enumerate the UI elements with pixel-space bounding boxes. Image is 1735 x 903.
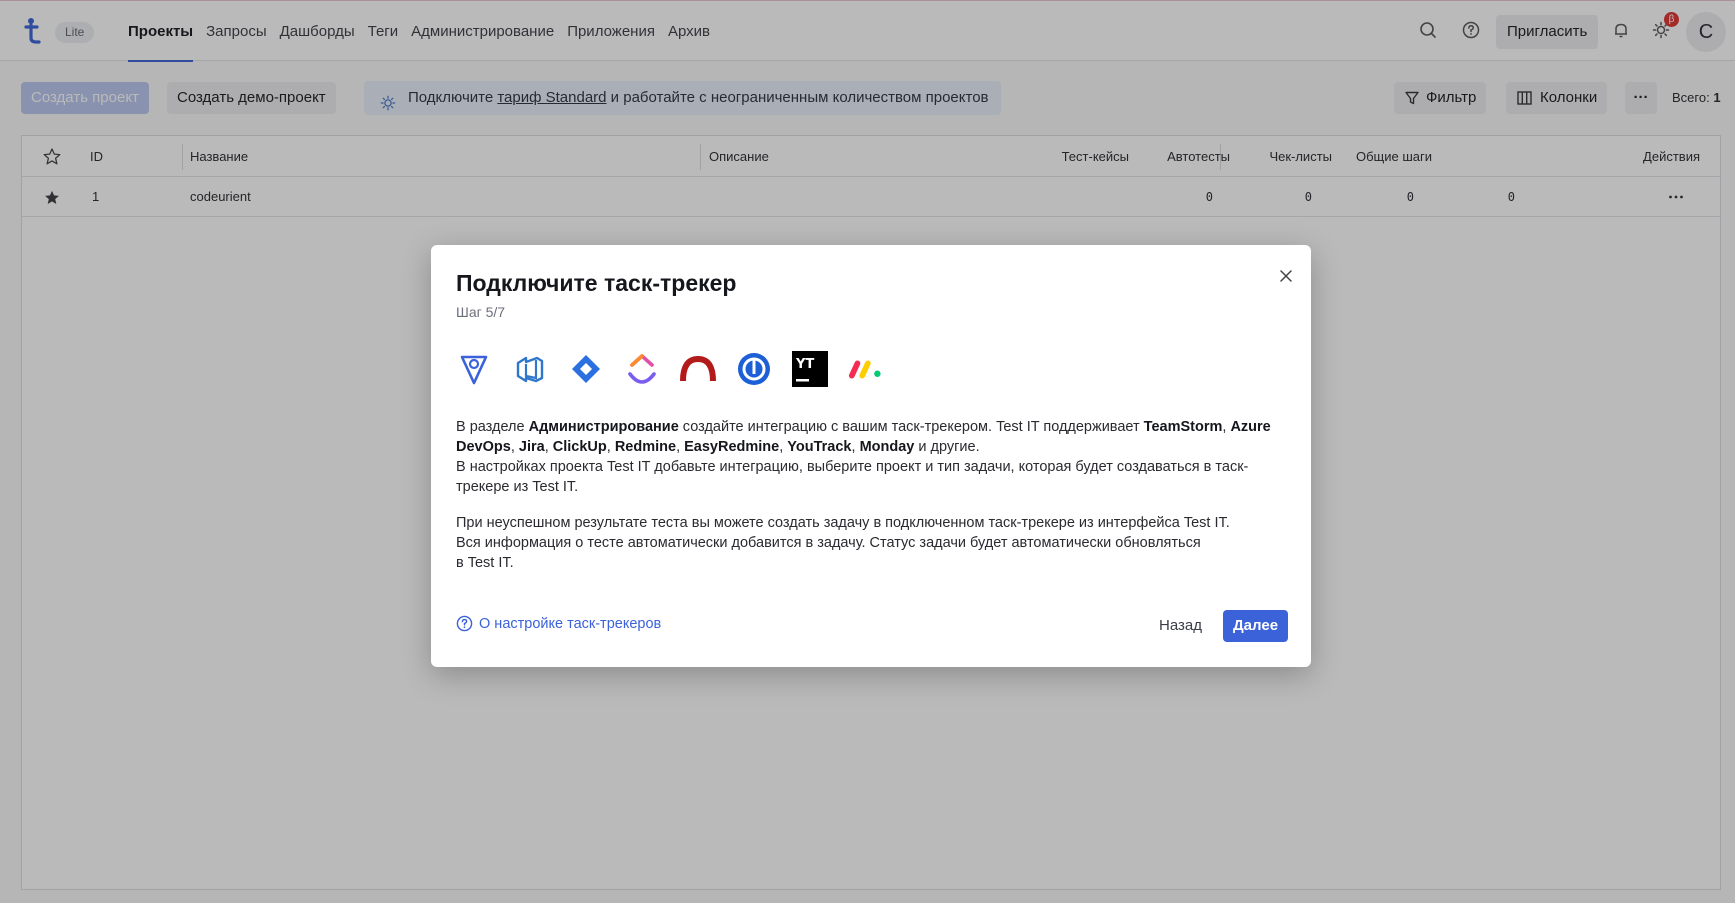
task-tracker-dialog: Подключите таск-трекер Шаг 5/7 YT В разд… [431,245,1311,667]
text-bold: ClickUp [552,439,607,455]
text: В разделе [456,419,529,435]
dialog-title: Подключите таск-трекер [456,270,737,296]
tracker-logos: YT [456,349,884,391]
text-bold: TeamStorm [1143,419,1223,435]
easyredmine-icon [736,349,772,389]
text: создайте интеграцию с вашим таск-трекеро… [678,419,1144,435]
text: Вся информация о тесте автоматически доб… [456,535,1201,551]
youtrack-logo-text: YT [795,357,814,372]
text: и другие. [914,439,980,455]
dialog-paragraph-2: При неуспешном результате теста вы может… [456,513,1290,573]
text-bold: YouTrack [787,439,852,455]
text-bold: EasyRedmine [684,439,780,455]
help-link-label: О настройке таск-трекеров [479,615,662,632]
text: , [851,439,860,455]
dialog-step: Шаг 5/7 [456,304,506,320]
text: , [510,439,519,455]
text: в Test IT. [456,555,514,571]
close-icon[interactable] [1275,265,1297,287]
monday-icon [848,349,884,389]
dialog-paragraph-1: В разделе Администрирование создайте инт… [456,417,1290,497]
redmine-icon [680,349,716,389]
text-bold: Redmine [614,439,677,455]
next-button[interactable]: Далее [1223,610,1289,642]
help-circle-icon [456,615,473,632]
youtrack-icon: YT [792,349,828,389]
text-bold: Администрирование [528,419,679,435]
text: , [676,439,685,455]
azure-devops-icon [512,349,548,389]
text: В настройках проекта Test IT добавьте ин… [456,459,1249,495]
clickup-icon [624,349,660,389]
text: , [606,439,615,455]
text-bold: Monday [859,439,915,455]
back-button[interactable]: Назад [1149,610,1212,642]
text: , [544,439,553,455]
text: При неуспешном результате теста вы может… [456,515,1230,531]
dialog-body: В разделе Администрирование создайте инт… [456,417,1290,589]
teamstorm-icon [456,349,492,389]
jira-icon [568,349,604,389]
task-tracker-help-link[interactable]: О настройке таск-трекеров [456,615,661,632]
text-bold: Jira [518,439,545,455]
